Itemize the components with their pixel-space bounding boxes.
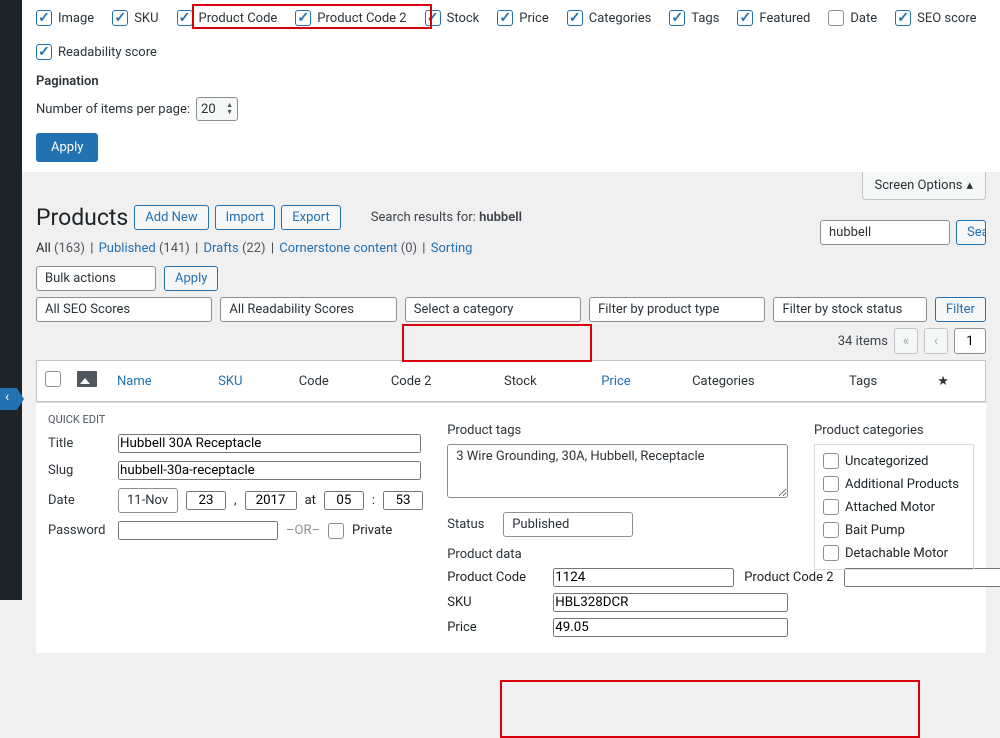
minute-input[interactable] [383,491,423,510]
col-categories: Categories [684,361,841,402]
at-label: at [305,493,316,508]
password-label: Password [48,523,110,538]
product-tags-textarea[interactable]: 3 Wire Grounding, 30A, Hubbell, Receptac… [447,444,788,498]
col-toggle-date[interactable]: Date [828,10,877,26]
product-code-label: Product Code [447,570,543,585]
product-categories-heading: Product categories [814,423,974,438]
highlight-annotation [500,680,920,738]
collapse-menu-arrow[interactable] [0,388,24,410]
quick-edit-panel: QUICK EDIT Title Slug Date 11-Nov , at : [36,402,986,653]
readability-filter[interactable]: All Readability Scores [220,297,396,322]
product-type-filter[interactable]: Filter by product type [589,297,765,322]
admin-sidebar [0,0,22,600]
status-select[interactable]: Published [503,512,633,537]
current-page-input[interactable] [954,328,986,354]
first-page-button[interactable]: « [894,328,918,354]
seo-score-filter[interactable]: All SEO Scores [36,297,212,322]
slug-label: Slug [48,463,110,478]
sku-label: SKU [447,595,543,610]
products-table: Name SKU Code Code 2 Stock Price Categor… [36,360,986,402]
filter-sorting[interactable]: Sorting [431,241,473,256]
stock-status-filter[interactable]: Filter by stock status [773,297,926,322]
cat-bait-pump[interactable]: Bait Pump [823,522,965,538]
title-input[interactable] [118,434,421,453]
col-toggle-seo-score[interactable]: SEO score [895,10,976,26]
product-code-input[interactable] [553,568,734,587]
col-toggle-image[interactable]: Image [36,10,94,26]
price-label: Price [447,620,543,635]
cat-attached-motor[interactable]: Attached Motor [823,499,965,515]
col-code: Code [291,361,383,402]
caret-up-icon: ▴ [966,178,973,193]
col-toggle-sku[interactable]: SKU [112,10,158,26]
col-tags: Tags [841,361,929,402]
col-code2: Code 2 [383,361,496,402]
private-checkbox[interactable] [328,523,344,539]
image-column-icon [77,371,97,387]
filter-all[interactable]: All (163) [36,241,85,256]
or-text: –OR– [286,523,320,538]
month-select[interactable]: 11-Nov [118,488,178,513]
col-sku[interactable]: SKU [218,374,242,389]
items-count: 34 items [838,334,888,349]
filter-button[interactable]: Filter [935,297,986,322]
pagination-heading: Pagination [36,74,986,89]
sku-input[interactable] [553,593,788,612]
search-results-label: Search results for: hubbell [371,210,522,225]
col-price[interactable]: Price [601,374,630,389]
category-filter[interactable]: Select a category [405,297,581,322]
status-label: Status [447,517,495,532]
col-toggle-categories[interactable]: Categories [567,10,652,26]
price-input[interactable] [553,618,788,637]
col-toggle-readability-score[interactable]: Readability score [36,44,157,60]
spinner-icon[interactable]: ▲▼ [226,102,233,116]
page-title: Products [36,204,128,231]
col-stock: Stock [496,361,593,402]
col-toggle-price[interactable]: Price [497,10,548,26]
export-button[interactable]: Export [281,205,341,230]
screen-options-panel: Image SKU Product Code Product Code 2 St… [22,0,1000,172]
col-toggle-featured[interactable]: Featured [737,10,810,26]
day-input[interactable] [186,491,226,510]
col-name[interactable]: Name [117,374,152,389]
hour-input[interactable] [324,491,364,510]
search-input[interactable] [820,220,950,245]
filter-cornerstone[interactable]: Cornerstone content (0) [279,241,417,256]
date-label: Date [48,493,110,508]
filter-drafts[interactable]: Drafts (22) [204,241,266,256]
col-toggle-tags[interactable]: Tags [669,10,719,26]
bulk-actions-select[interactable]: Bulk actions [36,266,156,291]
search-button[interactable]: Search [956,220,986,245]
col-featured-icon: ★ [929,361,985,402]
year-input[interactable] [245,491,297,510]
apply-screen-options-button[interactable]: Apply [36,133,98,162]
filter-published[interactable]: Published (141) [99,241,190,256]
product-data-heading: Product data [447,547,788,562]
per-page-label: Number of items per page: [36,102,190,117]
per-page-input[interactable]: 20 ▲▼ [196,97,238,121]
slug-input[interactable] [118,461,421,480]
col-toggle-stock[interactable]: Stock [425,10,480,26]
screen-options-toggle[interactable]: Screen Options ▴ [862,172,987,200]
cat-additional-products[interactable]: Additional Products [823,476,965,492]
select-all-checkbox[interactable] [45,371,61,387]
password-input[interactable] [118,521,278,540]
cat-uncategorized[interactable]: Uncategorized [823,453,965,469]
col-toggle-product-code[interactable]: Product Code [177,10,278,26]
product-tags-heading: Product tags [447,423,788,438]
prev-page-button[interactable]: ‹ [924,328,948,354]
import-button[interactable]: Import [215,205,276,230]
private-label: Private [352,523,392,538]
cat-detachable-motor[interactable]: Detachable Motor [823,545,965,561]
add-new-button[interactable]: Add New [134,205,208,230]
quick-edit-heading: QUICK EDIT [48,413,421,426]
apply-bulk-button[interactable]: Apply [164,266,218,291]
col-toggle-product-code-2[interactable]: Product Code 2 [295,10,406,26]
product-categories-panel: Uncategorized Additional Products Attach… [814,444,974,570]
title-label: Title [48,436,110,451]
